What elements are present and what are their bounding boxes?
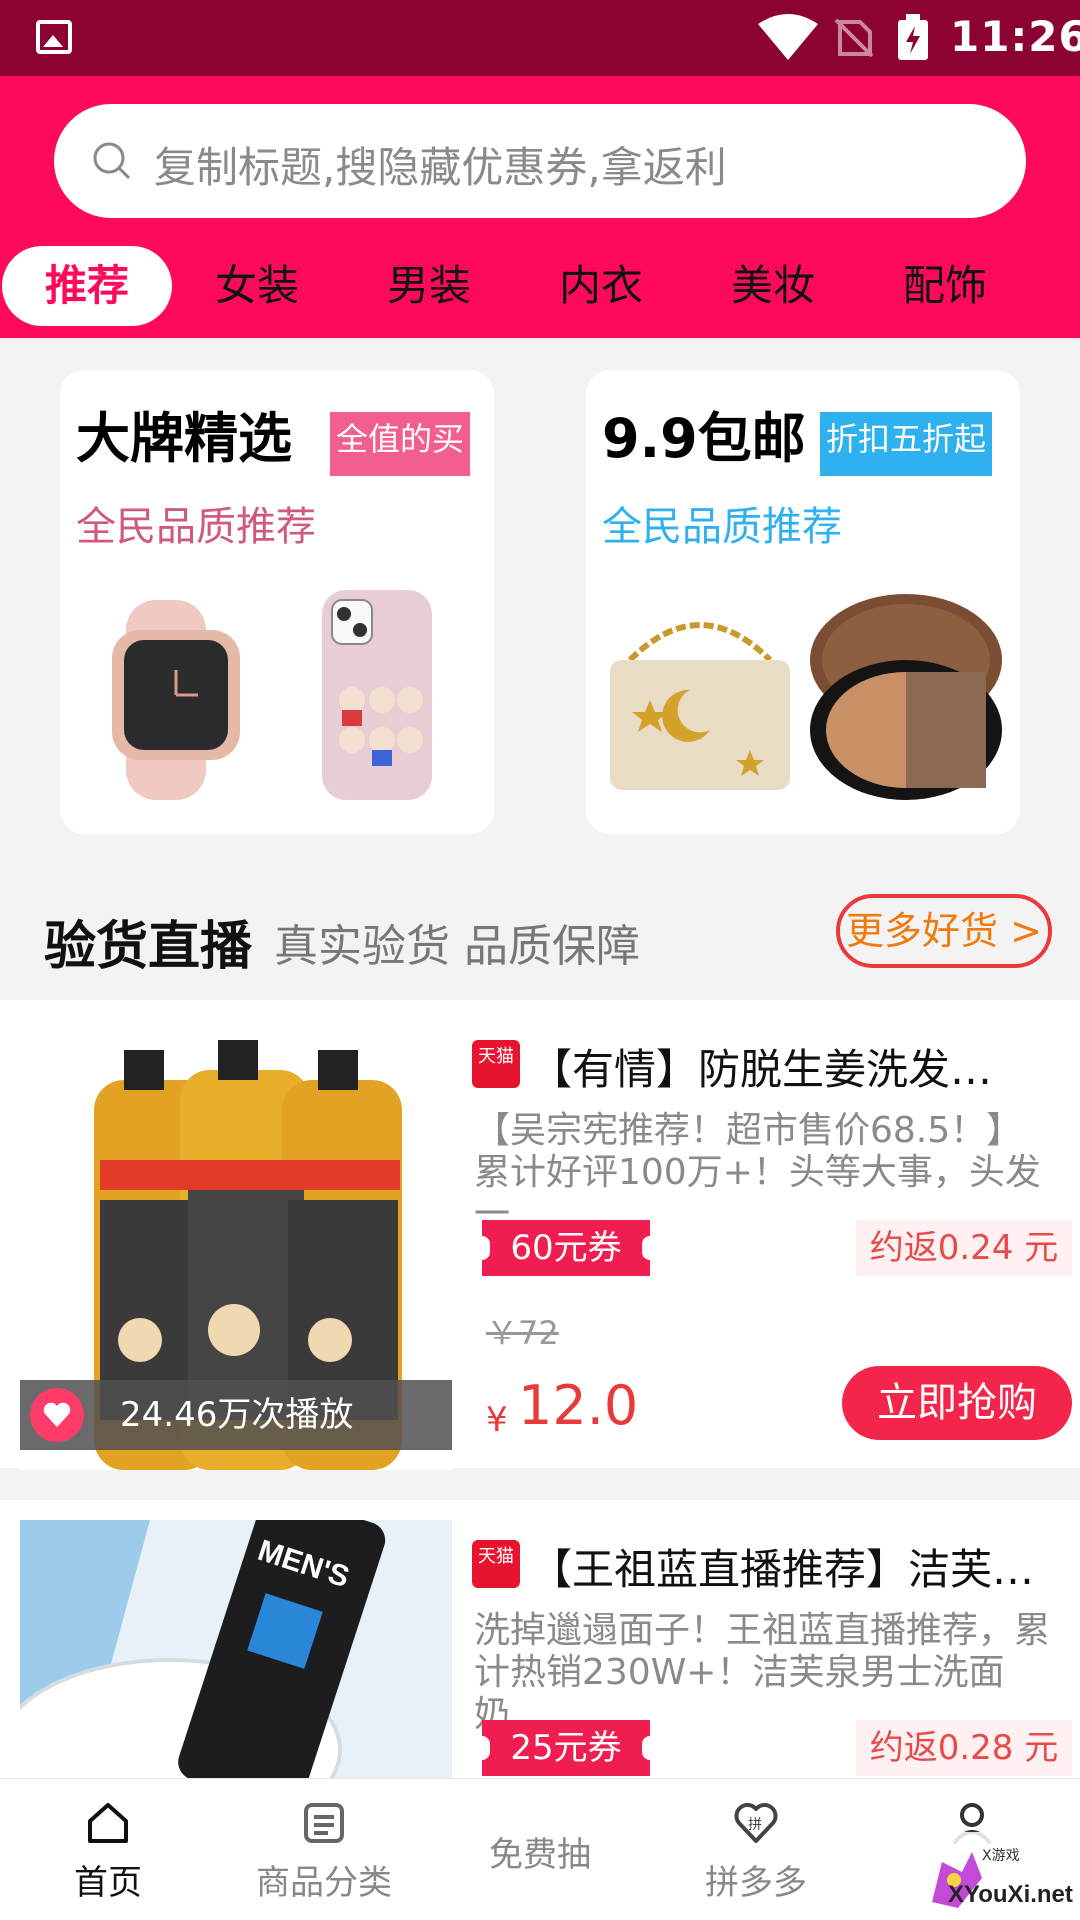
play-count: 24.46万次播放 (120, 1395, 354, 1435)
search-placeholder: 复制标题,搜隐藏优惠券,拿返利 (154, 143, 727, 192)
play-count-overlay: 24.46万次播放 (20, 1380, 452, 1450)
promo-card-free-shipping[interactable]: 9.9包邮 折扣五折起 全民品质推荐 (586, 370, 1020, 834)
coupon-badge: 25元券 (474, 1720, 658, 1776)
nav-label: 首页 (74, 1863, 142, 1903)
product-card[interactable]: 24.46万次播放 天猫 【有情】防脱生姜洗发… 【吴宗宪推荐！超市售价68.5… (0, 1000, 1080, 1470)
live-title: 验货直播 (44, 917, 253, 977)
promo-title: 9.9包邮 (602, 407, 806, 470)
header: 复制标题,搜隐藏优惠券,拿返利 推荐 女装 男装 内衣 美妆 配饰 (0, 76, 1080, 338)
svg-text:拼: 拼 (748, 1817, 762, 1833)
buy-now-button[interactable]: 立即抢购 (842, 1366, 1072, 1440)
product-title: 【王祖蓝直播推荐】洁芙… (530, 1545, 1035, 1594)
cleanser-image: MEN'S (20, 1520, 452, 1778)
tab-beauty[interactable]: 美妆 (688, 246, 858, 326)
price-symbol: ¥ (486, 1400, 508, 1440)
tab-recommend[interactable]: 推荐 (2, 246, 172, 326)
heart-icon (30, 1388, 84, 1442)
nav-free-lottery[interactable]: 免费抽 (432, 1779, 648, 1920)
product-description: 洗掉邋遢面子！王祖蓝直播推荐，累计热销230W+！洁芙泉男士洗面奶… (474, 1610, 1051, 1735)
phone-case-image (322, 590, 432, 800)
tab-underwear[interactable]: 内衣 (516, 246, 686, 326)
tmall-logo-icon: 天猫 (472, 1540, 520, 1588)
status-bar: 11:26 (0, 0, 1080, 76)
promo-tag: 折扣五折起 (820, 412, 993, 476)
search-input[interactable]: 复制标题,搜隐藏优惠券,拿返利 (54, 104, 1026, 218)
image-notification-icon (36, 20, 72, 54)
tab-accessories[interactable]: 配饰 (860, 246, 1030, 326)
svg-text:XYouXi.net: XYouXi.net (948, 1881, 1073, 1908)
original-price: ￥72 (486, 1314, 559, 1352)
rebate-badge: 约返0.24 元 (856, 1220, 1072, 1276)
promo-card-brand[interactable]: 大牌精选 全值的买 全民品质推荐 (60, 370, 494, 834)
product-description: 【吴宗宪推荐！超市售价68.5！】累计好评100万+！头等大事，头发一… (474, 1110, 1041, 1235)
category-tabs: 推荐 女装 男装 内衣 美妆 配饰 (0, 246, 1080, 326)
nav-label: 商品分类 (256, 1863, 392, 1903)
nav-categories[interactable]: 商品分类 (216, 1779, 432, 1920)
sale-price: 12.0 (518, 1374, 639, 1437)
heart-pin-icon: 拼 (734, 1803, 778, 1843)
battery-charging-icon (898, 14, 928, 60)
watch-image (86, 600, 266, 800)
tmall-logo-icon: 天猫 (472, 1040, 520, 1088)
more-goods-button[interactable]: 更多好货 > (836, 894, 1052, 968)
live-section-header: 验货直播 真实验货 品质保障 更多好货 > (0, 880, 1080, 990)
live-subtitle: 真实验货 品质保障 (274, 921, 640, 972)
rebate-badge: 约返0.28 元 (856, 1720, 1072, 1776)
watermark-logo: X游戏 XYouXi.net (912, 1832, 1080, 1920)
no-sim-icon (834, 18, 874, 58)
bag-image (600, 600, 800, 800)
search-icon (93, 142, 131, 180)
tab-women[interactable]: 女装 (172, 246, 342, 326)
compact-powder-image (806, 590, 1006, 804)
coupon-badge: 60元券 (474, 1220, 658, 1276)
nav-label: 拼多多 (705, 1863, 807, 1903)
product-card[interactable]: MEN'S 天猫 【王祖蓝直播推荐】洁芙… 洗掉邋遢面子！王祖蓝直播推荐，累计热… (0, 1500, 1080, 1778)
nav-pinduoduo[interactable]: 拼 拼多多 (648, 1779, 864, 1920)
list-icon (304, 1803, 344, 1843)
clock: 11:26 (950, 12, 1080, 61)
home-icon (88, 1803, 128, 1843)
promo-subtitle: 全民品质推荐 (76, 504, 316, 550)
tab-men[interactable]: 男装 (344, 246, 514, 326)
nav-label: 免费抽 (489, 1835, 591, 1875)
product-title: 【有情】防脱生姜洗发… (530, 1045, 993, 1094)
svg-text:X游戏: X游戏 (982, 1848, 1020, 1864)
promo-subtitle: 全民品质推荐 (602, 504, 842, 550)
promo-tag: 全值的买 (330, 412, 471, 476)
promo-title: 大牌精选 (76, 407, 292, 470)
nav-home[interactable]: 首页 (0, 1779, 216, 1920)
wifi-icon (758, 14, 818, 60)
